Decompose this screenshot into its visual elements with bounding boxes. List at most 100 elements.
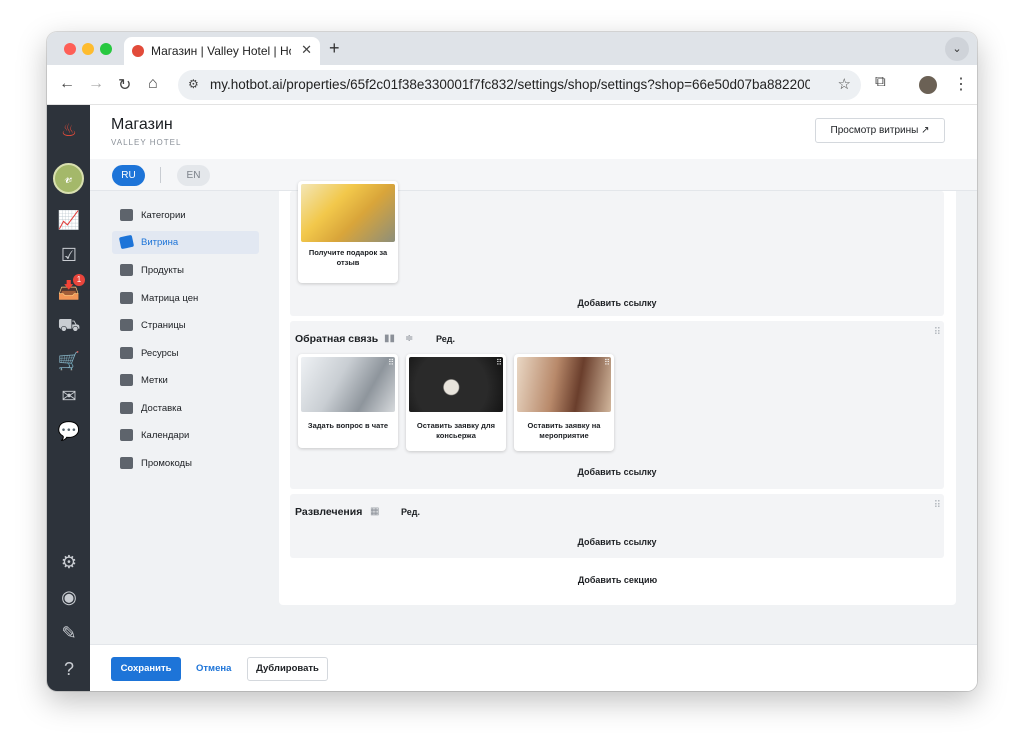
- close-window-button[interactable]: [64, 43, 76, 55]
- help-icon[interactable]: ?: [56, 656, 82, 682]
- page-header: Магазин VALLEY HOTEL Просмотр витрины ↗: [90, 105, 977, 159]
- add-link-button[interactable]: Добавить ссылку: [290, 298, 944, 308]
- grid-view-icon[interactable]: ▦: [370, 506, 379, 517]
- card-image: [517, 357, 611, 412]
- nav-item-categories[interactable]: Категории: [112, 204, 259, 227]
- browser-tab-bar: Магазин | Valley Hotel | Hotbot ✕ + ⌄: [47, 32, 977, 65]
- language-switcher: RU EN: [90, 159, 977, 191]
- mail-send-icon[interactable]: ✉: [56, 383, 82, 409]
- nav-item-label: Метки: [141, 375, 168, 386]
- carousel-view-icon[interactable]: ▮▮: [384, 333, 395, 344]
- url-text: my.hotbot.ai/properties/65f2c01f38e33000…: [210, 77, 810, 92]
- cancel-button[interactable]: Отмена: [196, 657, 231, 681]
- home-icon[interactable]: ⌂: [148, 75, 158, 93]
- tasks-icon[interactable]: ☑: [56, 242, 82, 268]
- add-link-button[interactable]: Добавить ссылку: [290, 537, 944, 547]
- bookmark-star-icon[interactable]: ☆: [838, 75, 851, 93]
- pages-icon: [120, 319, 133, 331]
- products-icon: [120, 264, 133, 276]
- card-title: Получите подарок за отзыв: [308, 248, 388, 267]
- left-rail: ♨ 𝓋 📈 ☑ 📥 1 ⛟ 🛒 ✉ 💬 ⚙ ◉ ✎ ?: [47, 105, 90, 691]
- shop-cart-icon[interactable]: 🛒: [56, 348, 82, 374]
- chat-icon[interactable]: 💬: [56, 418, 82, 444]
- nav-item-products[interactable]: Продукты: [112, 259, 259, 282]
- nav-item-label: Доставка: [141, 403, 182, 414]
- nav-item-promo-codes[interactable]: Промокоды: [112, 452, 259, 475]
- site-settings-icon[interactable]: ⚙: [188, 77, 199, 91]
- browser-tab[interactable]: Магазин | Valley Hotel | Hotbot ✕: [124, 37, 320, 65]
- nav-item-showcase[interactable]: Витрина: [112, 231, 259, 254]
- lang-divider: [160, 167, 161, 183]
- resources-icon: [120, 347, 133, 359]
- avatar[interactable]: 𝓋: [53, 163, 84, 194]
- page-title: Магазин: [111, 116, 173, 133]
- showcase-card[interactable]: ⠿ Оставить заявку для консьержа: [406, 354, 506, 451]
- save-button[interactable]: Сохранить: [111, 657, 181, 681]
- nav-item-calendars[interactable]: Календари: [112, 424, 259, 447]
- section-title: Развлечения: [295, 506, 363, 518]
- edit-icon[interactable]: ✎: [56, 620, 82, 646]
- account-icon[interactable]: ◉: [56, 584, 82, 610]
- drag-handle-icon[interactable]: ⠿: [934, 500, 941, 511]
- section-edit-button[interactable]: Ред.: [436, 334, 455, 344]
- card-title: Задать вопрос в чате: [307, 421, 389, 430]
- add-link-button[interactable]: Добавить ссылку: [290, 467, 944, 477]
- nav-item-price-matrix[interactable]: Матрица цен: [112, 287, 259, 310]
- maximize-window-button[interactable]: [100, 43, 112, 55]
- card-drag-handle-icon[interactable]: ⠿: [604, 358, 610, 367]
- minimize-window-button[interactable]: [82, 43, 94, 55]
- nav-item-resources[interactable]: Ресурсы: [112, 342, 259, 365]
- showcase-icon: [118, 234, 135, 250]
- showcase-editor: Получите подарок за отзыв Добавить ссылк…: [279, 181, 956, 605]
- price-matrix-icon: [120, 292, 133, 304]
- store-icon: [120, 209, 133, 221]
- forward-arrow-icon[interactable]: →: [88, 75, 104, 93]
- showcase-section-entertainment: Развлечения ▦ Ред. ⠿ Добавить ссылку: [290, 494, 944, 558]
- view-showcase-button[interactable]: Просмотр витрины ↗: [815, 118, 945, 143]
- hotbot-logo-icon[interactable]: ♨: [56, 117, 82, 143]
- card-title: Оставить заявку для консьержа: [416, 421, 496, 440]
- showcase-card[interactable]: ⠿ Оставить заявку на мероприятие: [514, 354, 614, 451]
- extensions-puzzle-icon[interactable]: ⧉: [875, 73, 886, 90]
- lang-ru-button[interactable]: RU: [112, 165, 145, 186]
- card-drag-handle-icon[interactable]: ⠿: [388, 358, 394, 367]
- showcase-card[interactable]: ⠿ Задать вопрос в чате: [298, 354, 398, 448]
- nav-item-tags[interactable]: Метки: [112, 369, 259, 392]
- duplicate-button[interactable]: Дублировать: [247, 657, 328, 681]
- nav-item-label: Промокоды: [141, 458, 192, 469]
- guests-icon[interactable]: ⛟: [56, 312, 82, 338]
- add-section-button[interactable]: Добавить секцию: [279, 575, 956, 585]
- nav-item-delivery[interactable]: Доставка: [112, 397, 259, 420]
- card-drag-handle-icon[interactable]: ⠿: [496, 358, 502, 367]
- nav-item-pages[interactable]: Страницы: [112, 314, 259, 337]
- tab-title: Магазин | Valley Hotel | Hotbot: [151, 44, 291, 58]
- lang-en-button[interactable]: EN: [177, 165, 210, 186]
- nav-item-label: Матрица цен: [141, 293, 199, 304]
- nav-item-label: Страницы: [141, 320, 186, 331]
- reload-icon[interactable]: ↻: [118, 75, 131, 95]
- analytics-icon[interactable]: 📈: [56, 207, 82, 233]
- section-edit-button[interactable]: Ред.: [401, 507, 420, 517]
- tab-search-chevron-icon[interactable]: ⌄: [945, 37, 969, 61]
- card-image: [301, 357, 395, 412]
- tab-close-icon[interactable]: ✕: [301, 42, 312, 58]
- card-image: [409, 357, 503, 412]
- new-tab-icon[interactable]: +: [329, 38, 340, 59]
- align-icon[interactable]: ≑: [405, 333, 413, 344]
- promo-icon: [120, 457, 133, 469]
- nav-item-label: Категории: [141, 210, 186, 221]
- address-bar[interactable]: ⚙ my.hotbot.ai/properties/65f2c01f38e330…: [178, 70, 861, 100]
- drag-handle-icon[interactable]: ⠿: [934, 327, 941, 338]
- section-title: Обратная связь: [295, 333, 379, 345]
- profile-avatar[interactable]: [919, 76, 937, 94]
- back-arrow-icon[interactable]: ←: [59, 75, 75, 93]
- nav-item-label: Продукты: [141, 265, 184, 276]
- showcase-card[interactable]: Получите подарок за отзыв: [298, 181, 398, 283]
- hotbot-favicon-icon: [132, 45, 144, 57]
- browser-menu-icon[interactable]: ⋮: [953, 74, 969, 94]
- tag-icon: [120, 374, 133, 386]
- app-area: ♨ 𝓋 📈 ☑ 📥 1 ⛟ 🛒 ✉ 💬 ⚙ ◉ ✎ ? Магазин VALL…: [47, 105, 977, 691]
- truck-icon: [120, 402, 133, 414]
- settings-icon[interactable]: ⚙: [56, 549, 82, 575]
- property-name: VALLEY HOTEL: [111, 138, 182, 147]
